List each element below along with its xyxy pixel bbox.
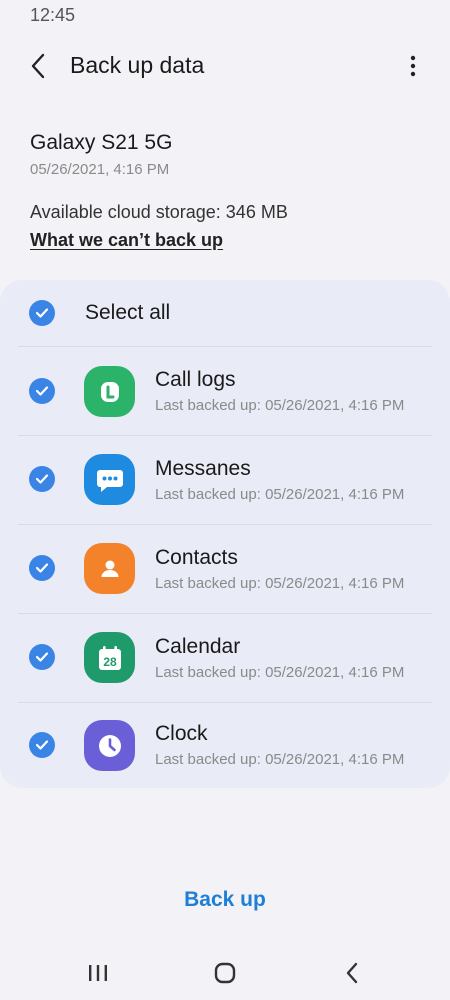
- messages-checkbox[interactable]: [29, 466, 55, 492]
- check-icon: [35, 308, 49, 318]
- status-time: 12:45: [30, 5, 76, 25]
- page-title: Back up data: [70, 52, 205, 78]
- what-we-cant-backup-link[interactable]: What we can’t back up: [30, 230, 223, 251]
- check-icon: [35, 740, 49, 750]
- item-subtitle: Last backed up: 05/26/2021, 4:16 PM: [155, 751, 405, 768]
- device-name: Galaxy S21 5G: [30, 131, 173, 154]
- back-button[interactable]: [18, 48, 58, 84]
- check-icon: [35, 386, 49, 396]
- item-subtitle: Last backed up: 05/26/2021, 4:16 PM: [155, 664, 405, 681]
- item-subtitle: Last backed up: 05/26/2021, 4:16 PM: [155, 397, 405, 414]
- select-all-checkbox[interactable]: [29, 300, 55, 326]
- item-title: Call logs: [155, 368, 236, 391]
- select-all-row[interactable]: Select all: [0, 280, 450, 346]
- item-subtitle: Last backed up: 05/26/2021, 4:16 PM: [155, 486, 405, 503]
- check-icon: [35, 652, 49, 662]
- list-item-contacts[interactable]: Contacts Last backed up: 05/26/2021, 4:1…: [0, 525, 450, 613]
- check-icon: [35, 474, 49, 484]
- phone-icon: [84, 366, 135, 417]
- backup-list: Select all Call logs Last backed up: 05/…: [0, 280, 450, 788]
- system-back-button[interactable]: [330, 955, 374, 991]
- contacts-icon: [84, 543, 135, 594]
- list-item-messages[interactable]: Messanes Last backed up: 05/26/2021, 4:1…: [0, 436, 450, 524]
- list-item-calendar[interactable]: 28 Calendar Last backed up: 05/26/2021, …: [0, 614, 450, 702]
- calendar-checkbox[interactable]: [29, 644, 55, 670]
- app-bar: Back up data: [0, 40, 450, 92]
- list-item-clock[interactable]: Clock Last backed up: 05/26/2021, 4:16 P…: [0, 703, 450, 788]
- system-nav-bar: [0, 945, 450, 1000]
- list-item-call-logs[interactable]: Call logs Last backed up: 05/26/2021, 4:…: [0, 347, 450, 435]
- item-title: Messanes: [155, 457, 251, 480]
- recents-icon: [89, 965, 107, 981]
- check-icon: [35, 563, 49, 573]
- home-icon: [214, 962, 236, 984]
- device-date: 05/26/2021, 4:16 PM: [30, 161, 170, 178]
- recents-button[interactable]: [76, 955, 120, 991]
- contacts-checkbox[interactable]: [29, 555, 55, 581]
- chevron-left-icon: [31, 53, 45, 79]
- item-title: Calendar: [155, 635, 241, 658]
- calendar-icon: 28: [84, 632, 135, 683]
- item-subtitle: Last backed up: 05/26/2021, 4:16 PM: [155, 575, 405, 592]
- more-vert-icon: [410, 55, 416, 77]
- clock-icon: [84, 720, 135, 771]
- more-options-button[interactable]: [398, 48, 428, 84]
- clock-checkbox[interactable]: [29, 732, 55, 758]
- item-title: Contacts: [155, 546, 238, 569]
- calendar-day-text: 28: [103, 655, 117, 669]
- item-title: Clock: [155, 722, 208, 745]
- status-bar: 12:45: [0, 0, 450, 32]
- back-icon: [346, 962, 358, 984]
- cloud-storage-text: Available cloud storage: 346 MB: [30, 202, 288, 222]
- back-up-button[interactable]: Back up: [0, 888, 450, 912]
- home-button[interactable]: [203, 955, 247, 991]
- messages-icon: [84, 454, 135, 505]
- select-all-label: Select all: [85, 301, 171, 324]
- call-logs-checkbox[interactable]: [29, 378, 55, 404]
